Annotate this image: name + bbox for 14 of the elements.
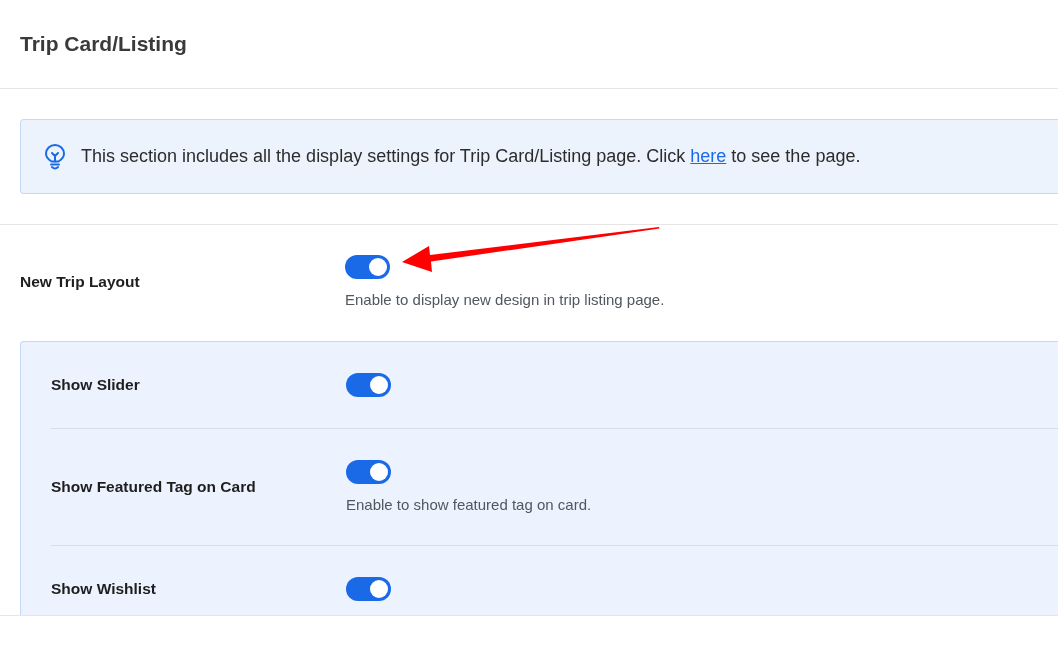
setting-label: Show Featured Tag on Card <box>51 477 257 497</box>
notice-text: This section includes all the display settings for Trip Card/Listing page. Click here to see the page. <box>81 146 861 167</box>
toggle-switch[interactable] <box>346 460 391 484</box>
setting-description: Enable to display new design in trip listing page. <box>345 291 665 309</box>
toggle-switch[interactable] <box>345 255 390 279</box>
notice-link[interactable]: here <box>690 146 727 166</box>
setting-label: Show Slider <box>51 375 141 395</box>
page-title: Trip Card/Listing <box>20 32 187 56</box>
toggle-switch[interactable] <box>346 577 391 601</box>
setting-description: Enable to show featured tag on card. <box>346 496 592 514</box>
lightbulb-icon <box>45 143 65 170</box>
setting-label: Show Wishlist <box>51 579 157 599</box>
toggle-switch[interactable] <box>346 373 391 397</box>
setting-label: New Trip Layout <box>20 272 141 292</box>
